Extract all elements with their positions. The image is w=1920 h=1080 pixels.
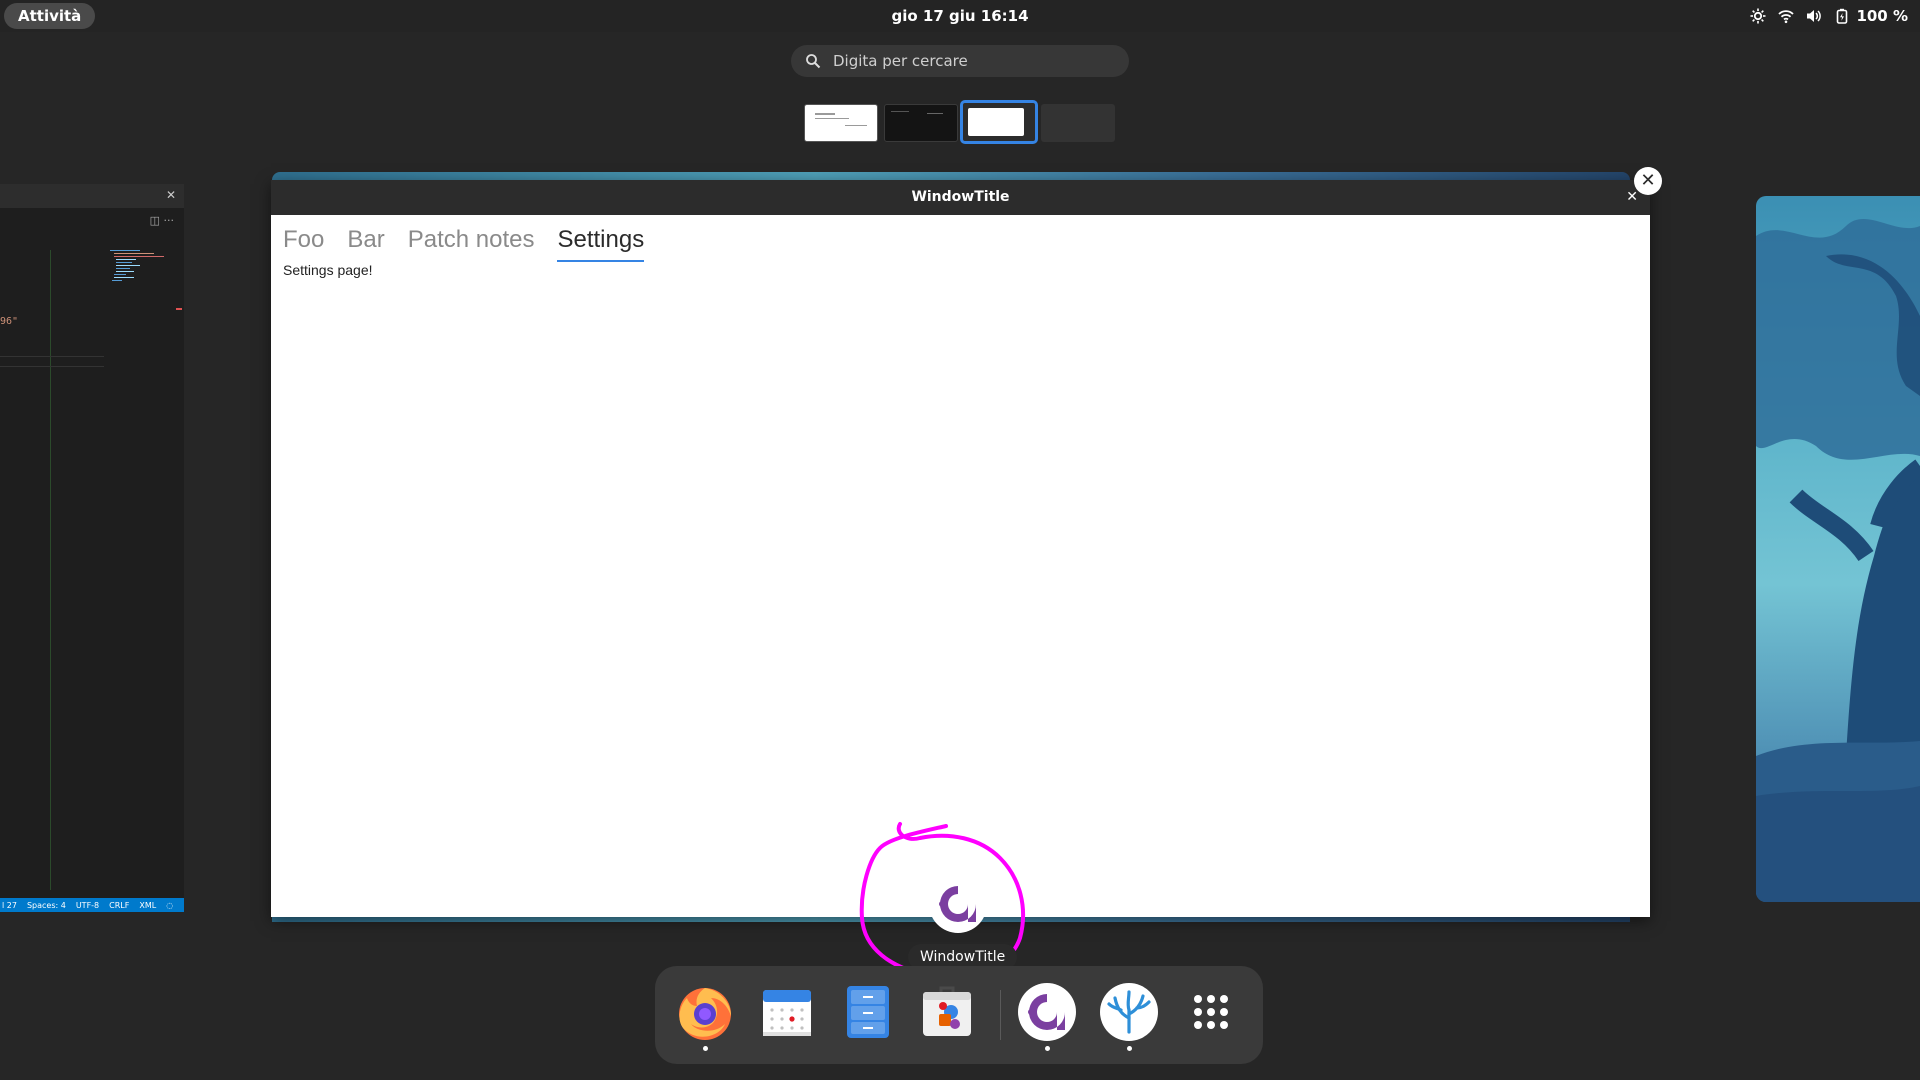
search-icon — [806, 54, 821, 69]
brightness-icon — [1750, 8, 1766, 24]
app-a-icon — [1018, 983, 1076, 1041]
top-bar: Attività gio 17 giu 16:14 100 % — [0, 0, 1920, 32]
coral-app-icon — [1100, 983, 1158, 1041]
dock-item-calendar[interactable] — [757, 982, 817, 1042]
tab-bar: Foo Bar Patch notes Settings — [283, 222, 644, 262]
status-encoding[interactable]: UTF-8 — [76, 901, 99, 910]
battery-percentage: 100 % — [1856, 7, 1908, 25]
status-line[interactable]: l 27 — [2, 901, 17, 910]
volume-icon — [1806, 8, 1822, 24]
editor-divider — [0, 356, 104, 357]
editor-window[interactable]: ✕ ◫ ··· 96" l 27 Spaces: 4 UTF-8 CRLF XM… — [0, 184, 184, 912]
tab-settings[interactable]: Settings — [557, 222, 644, 262]
dock-item-show-apps[interactable] — [1181, 982, 1241, 1042]
running-indicator — [1127, 1046, 1132, 1051]
window-title: WindowTitle — [911, 189, 1010, 205]
indent-guide — [50, 250, 51, 890]
status-indent[interactable]: Spaces: 4 — [27, 901, 66, 910]
tab-foo[interactable]: Foo — [283, 222, 324, 262]
editor-toolbar: ◫ ··· — [149, 214, 174, 227]
dock — [655, 966, 1263, 1064]
firefox-icon — [679, 988, 731, 1040]
running-indicator — [1045, 1046, 1050, 1051]
search-input[interactable]: Digita per cercare — [791, 45, 1129, 77]
editor-scroll-marker — [176, 308, 182, 310]
calendar-icon — [763, 990, 811, 1036]
search-placeholder: Digita per cercare — [833, 52, 968, 70]
editor-titlebar: ✕ — [0, 184, 184, 208]
dock-item-software[interactable] — [917, 982, 977, 1042]
clock[interactable]: gio 17 giu 16:14 — [860, 0, 1060, 32]
workspace-thumbnail-1[interactable] — [804, 104, 878, 142]
show-apps-icon — [1194, 995, 1228, 1029]
dock-item-coral-app[interactable] — [1099, 982, 1159, 1051]
dock-separator — [1000, 990, 1001, 1040]
editor-divider — [0, 366, 104, 367]
dock-item-files[interactable] — [838, 982, 898, 1042]
editor-code-fragment: 96" — [0, 316, 19, 327]
workspace-thumbnail-4[interactable] — [1041, 104, 1115, 142]
background-app-window[interactable] — [1756, 196, 1920, 902]
dock-item-app-a[interactable] — [1017, 982, 1077, 1051]
overview-close-button[interactable]: ✕ — [1634, 167, 1662, 195]
workspace-thumbnail-3-active[interactable] — [960, 100, 1038, 144]
settings-page-text: Settings page! — [283, 262, 373, 278]
main-window[interactable]: WindowTitle ✕ Foo Bar Patch notes Settin… — [271, 180, 1650, 917]
status-eol[interactable]: CRLF — [109, 901, 129, 910]
dock-item-firefox[interactable] — [675, 982, 735, 1051]
battery-icon — [1834, 8, 1850, 24]
tree-illustration — [1756, 218, 1920, 902]
status-language[interactable]: XML — [139, 901, 156, 910]
software-icon — [923, 986, 971, 1036]
activities-button[interactable]: Attività — [4, 3, 96, 29]
window-titlebar[interactable]: WindowTitle ✕ — [271, 180, 1650, 215]
close-icon[interactable]: ✕ — [166, 188, 176, 202]
tab-bar[interactable]: Bar — [347, 222, 384, 262]
system-tray[interactable]: 100 % — [1750, 0, 1908, 32]
tab-patch-notes[interactable]: Patch notes — [408, 222, 535, 262]
workspace-thumbnail-2[interactable] — [884, 104, 958, 142]
wifi-icon — [1778, 8, 1795, 24]
running-indicator — [703, 1046, 708, 1051]
editor-minimap — [110, 250, 174, 290]
notification-bell-icon[interactable]: ◌ — [166, 901, 173, 910]
files-icon — [847, 986, 889, 1038]
editor-statusbar: l 27 Spaces: 4 UTF-8 CRLF XML ◌ — [0, 898, 184, 912]
